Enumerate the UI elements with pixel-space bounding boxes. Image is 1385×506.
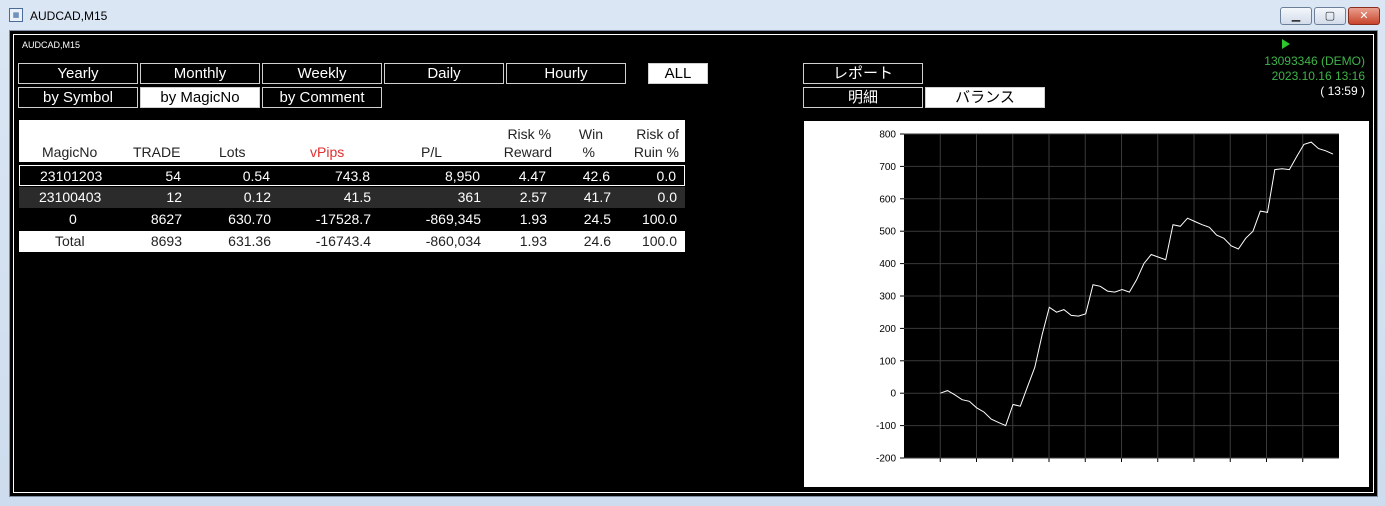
close-button[interactable]: ✕ <box>1348 7 1380 25</box>
cell-ruin: 100.0 <box>641 233 677 249</box>
tab-hourly[interactable]: Hourly <box>506 63 626 84</box>
y-tick-label: 800 <box>879 130 896 141</box>
title-bar[interactable]: ▦ AUDCAD,M15 ▁ ▢ ✕ <box>0 0 1385 30</box>
cell-risk-reward: 4.47 <box>518 168 546 184</box>
cell-vpips: 41.5 <box>343 189 371 205</box>
cell-lots: 0.54 <box>242 168 270 184</box>
cell-pl: 8,950 <box>444 168 480 184</box>
y-tick-label: 100 <box>879 356 896 367</box>
cell-total-label: Total <box>55 233 85 249</box>
tab-by-symbol[interactable]: by Symbol <box>18 87 138 108</box>
cell-vpips: -16743.4 <box>315 233 371 249</box>
cell-win: 24.5 <box>583 211 611 227</box>
tab-monthly[interactable]: Monthly <box>140 63 260 84</box>
balance-chart: 800 700 600 500 400 300 200 100 0 -100 -200 <box>876 130 1339 465</box>
mt4-chart-icon: ▦ <box>9 8 23 22</box>
chart-window-client: AUDCAD,M15 Yearly Monthly Weekly Daily H… <box>9 30 1378 497</box>
col-win-line1: Win <box>578 126 603 142</box>
tab-detail[interactable]: 明細 <box>803 87 923 108</box>
panel-frame: AUDCAD,M15 Yearly Monthly Weekly Daily H… <box>13 34 1374 493</box>
maximize-icon: ▢ <box>1324 9 1336 22</box>
cell-magicno: 23101203 <box>40 168 103 184</box>
y-tick-label: 700 <box>879 162 896 173</box>
cell-ruin: 0.0 <box>657 189 677 205</box>
cell-trade: 8693 <box>150 233 182 249</box>
col-vpips: vPips <box>310 144 345 160</box>
cell-ruin: 100.0 <box>641 211 677 227</box>
window-title: AUDCAD,M15 <box>30 9 108 23</box>
cell-magicno: 0 <box>69 211 77 227</box>
tab-yearly[interactable]: Yearly <box>18 63 138 84</box>
server-datetime: 2023.10.16 13:16 <box>1271 69 1365 83</box>
cell-lots: 0.12 <box>243 189 271 205</box>
minimize-button[interactable]: ▁ <box>1280 7 1312 25</box>
cell-trade: 12 <box>166 189 182 205</box>
cell-trade: 8627 <box>150 211 182 227</box>
elapsed-time: ( 13:59 ) <box>1320 84 1365 98</box>
close-icon: ✕ <box>1359 9 1369 22</box>
col-magicno: MagicNo <box>42 144 98 160</box>
table-total-row[interactable]: Total 8693 631.36 -16743.4 -860,034 1.93… <box>19 231 685 252</box>
col-risk-reward-line2: Reward <box>503 144 552 160</box>
cell-vpips: -17528.7 <box>315 211 371 227</box>
tab-all[interactable]: ALL <box>648 63 708 84</box>
play-icon <box>1282 39 1290 49</box>
minimize-icon: ▁ <box>1291 9 1301 22</box>
app-window: ▦ AUDCAD,M15 ▁ ▢ ✕ AUDCAD,M15 Yearly Mon… <box>0 0 1385 506</box>
y-tick-label: -100 <box>876 421 896 432</box>
cell-lots: 631.36 <box>228 233 271 249</box>
table-row[interactable]: 23101203 54 0.54 743.8 8,950 4.47 42.6 0… <box>19 165 685 186</box>
col-ruin-line1: Risk of <box>636 126 679 142</box>
y-tick-label: 600 <box>879 194 896 205</box>
y-tick-label: 0 <box>890 389 896 400</box>
col-lots: Lots <box>219 144 246 160</box>
tab-balance[interactable]: バランス <box>925 87 1045 108</box>
col-win-line2: % <box>582 144 595 160</box>
tab-by-comment[interactable]: by Comment <box>262 87 382 108</box>
col-pl: P/L <box>421 144 443 160</box>
tab-report[interactable]: レポート <box>803 63 923 84</box>
balance-chart-panel: 800 700 600 500 400 300 200 100 0 -100 -200 <box>804 121 1369 487</box>
cell-magicno: 23100403 <box>39 189 102 205</box>
cell-pl: -860,034 <box>425 233 481 249</box>
col-ruin-line2: Ruin % <box>633 144 679 160</box>
col-risk-reward-line1: Risk % <box>507 126 551 142</box>
tab-weekly[interactable]: Weekly <box>262 63 382 84</box>
y-tick-label: 300 <box>879 292 896 303</box>
cell-win: 42.6 <box>582 168 610 184</box>
cell-ruin: 0.0 <box>656 168 676 184</box>
maximize-button[interactable]: ▢ <box>1314 7 1346 25</box>
col-trade: TRADE <box>133 144 181 160</box>
tab-daily[interactable]: Daily <box>384 63 504 84</box>
cell-trade: 54 <box>165 168 181 184</box>
cell-risk-reward: 1.93 <box>519 233 547 249</box>
table-row[interactable]: 23100403 12 0.12 41.5 361 2.57 41.7 0.0 <box>19 187 685 208</box>
account-number: 13093346 (DEMO) <box>1264 54 1365 68</box>
y-tick-label: 200 <box>879 324 896 335</box>
symbol-label: AUDCAD,M15 <box>22 40 81 50</box>
cell-risk-reward: 2.57 <box>519 189 547 205</box>
cell-pl: 361 <box>457 189 481 205</box>
y-tick-label: -200 <box>876 454 896 465</box>
y-tick-label: 500 <box>879 227 896 238</box>
table-row[interactable]: 0 8627 630.70 -17528.7 -869,345 1.93 24.… <box>19 209 685 230</box>
tab-by-magicno[interactable]: by MagicNo <box>140 87 260 108</box>
table-header: MagicNo TRADE Lots vPips P/L Risk % Rewa… <box>19 120 685 162</box>
cell-risk-reward: 1.93 <box>519 211 547 227</box>
cell-win: 24.6 <box>583 233 611 249</box>
cell-lots: 630.70 <box>228 211 271 227</box>
cell-pl: -869,345 <box>425 211 481 227</box>
cell-win: 41.7 <box>583 189 611 205</box>
cell-vpips: 743.8 <box>334 168 370 184</box>
y-tick-label: 400 <box>879 259 896 270</box>
